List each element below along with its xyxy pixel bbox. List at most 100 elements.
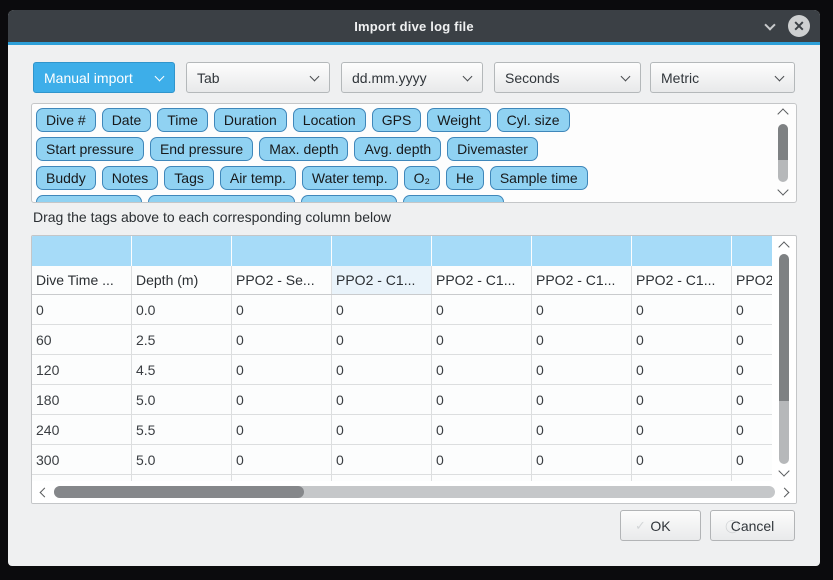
table-cell[interactable]: 5.0 (132, 385, 232, 414)
units-combo[interactable]: Metric (650, 62, 795, 93)
scroll-up-icon[interactable] (777, 108, 788, 119)
table-horizontal-scrollbar[interactable] (32, 481, 796, 503)
column-header[interactable]: PPO2 (732, 266, 772, 294)
ok-button[interactable]: ✓ OK (620, 510, 701, 541)
close-icon[interactable]: ✕ (788, 15, 810, 37)
table-cell[interactable]: 0 (232, 415, 332, 444)
table-cell[interactable]: 5.5 (132, 415, 232, 444)
drop-target-cell[interactable] (32, 236, 132, 266)
table-cell[interactable]: 60 (32, 325, 132, 354)
table-cell[interactable]: 0 (232, 295, 332, 324)
drop-target-cell[interactable] (532, 236, 632, 266)
table-cell[interactable]: 0 (432, 355, 532, 384)
column-header[interactable]: Dive Time ... (32, 266, 132, 294)
table-cell[interactable]: 0 (532, 385, 632, 414)
table-cell[interactable]: 0 (432, 445, 532, 474)
table-cell[interactable]: 0 (332, 385, 432, 414)
tag-chip[interactable]: Weight (427, 108, 490, 132)
scrollbar-thumb[interactable] (778, 124, 788, 182)
table-cell[interactable]: 0 (332, 295, 432, 324)
time-format-combo[interactable]: Seconds (494, 62, 641, 93)
table-cell[interactable]: 0 (732, 325, 772, 354)
scrollbar-thumb[interactable] (779, 254, 789, 464)
tag-chip[interactable]: Duration (214, 108, 287, 132)
tag-chip[interactable]: Divemaster (447, 137, 538, 161)
tag-chip[interactable]: Max. depth (259, 137, 348, 161)
table-cell[interactable]: 0 (632, 295, 732, 324)
tag-chip[interactable]: Dive # (36, 108, 96, 132)
table-cell[interactable]: 0 (332, 355, 432, 384)
field-separator-combo[interactable]: Tab (186, 62, 330, 93)
tag-chip[interactable]: Date (102, 108, 152, 132)
table-cell[interactable]: 0 (32, 295, 132, 324)
table-cell[interactable]: 0 (332, 415, 432, 444)
table-cell[interactable]: 4.5 (132, 355, 232, 384)
table-cell[interactable]: 0 (732, 445, 772, 474)
column-header[interactable]: Depth (m) (132, 266, 232, 294)
tag-chip[interactable]: Time (157, 108, 208, 132)
table-cell[interactable]: 300 (32, 445, 132, 474)
shade-window-icon[interactable] (764, 19, 775, 30)
table-cell[interactable]: 0 (232, 445, 332, 474)
table-cell[interactable]: 0 (632, 445, 732, 474)
table-vertical-scrollbar[interactable] (774, 239, 794, 479)
tag-chip[interactable]: O₂ (404, 166, 440, 190)
scrollbar-track[interactable] (54, 486, 775, 498)
drop-target-cell[interactable] (432, 236, 532, 266)
date-format-combo[interactable]: dd.mm.yyyy (341, 62, 483, 93)
cancel-button[interactable]: ◯ Cancel (710, 510, 795, 541)
table-cell[interactable]: 0 (332, 325, 432, 354)
tag-chip[interactable]: Sample pO₂ (301, 195, 396, 203)
table-cell[interactable]: 240 (32, 415, 132, 444)
tag-area-vertical-scrollbar[interactable] (773, 106, 793, 202)
tag-chip[interactable]: Sample temperature (148, 195, 295, 203)
drop-target-cell[interactable] (332, 236, 432, 266)
scroll-left-icon[interactable] (40, 487, 50, 497)
table-cell[interactable]: 0 (532, 415, 632, 444)
table-cell[interactable]: 0 (632, 415, 732, 444)
table-cell[interactable]: 0 (432, 415, 532, 444)
tag-chip[interactable]: Start pressure (36, 137, 144, 161)
tag-chip[interactable]: Avg. depth (354, 137, 441, 161)
tag-chip[interactable]: Sample CNS (403, 195, 504, 203)
tag-chip[interactable]: Location (293, 108, 366, 132)
table-cell[interactable]: 2.5 (132, 325, 232, 354)
table-cell[interactable]: 5.0 (132, 445, 232, 474)
column-header[interactable]: PPO2 - C1... (432, 266, 532, 294)
tag-chip[interactable]: Tags (164, 166, 214, 190)
column-header[interactable]: PPO2 - C1... (532, 266, 632, 294)
table-cell[interactable]: 0 (232, 355, 332, 384)
table-cell[interactable]: 0 (532, 325, 632, 354)
scroll-down-icon[interactable] (778, 465, 789, 476)
column-header[interactable]: PPO2 - Se... (232, 266, 332, 294)
table-cell[interactable]: 0 (532, 445, 632, 474)
table-cell[interactable]: 0 (732, 415, 772, 444)
tag-chip[interactable]: Water temp. (302, 166, 398, 190)
table-cell[interactable]: 0 (732, 385, 772, 414)
table-cell[interactable]: 0 (332, 445, 432, 474)
tag-chip[interactable]: Notes (102, 166, 159, 190)
tag-chip[interactable]: Cyl. size (497, 108, 570, 132)
column-header[interactable]: PPO2 - C1... (332, 266, 432, 294)
tag-chip[interactable]: End pressure (150, 137, 253, 161)
drop-target-cell[interactable] (232, 236, 332, 266)
column-header[interactable]: PPO2 - C1... (632, 266, 732, 294)
table-cell[interactable]: 0 (732, 355, 772, 384)
drop-target-cell[interactable] (132, 236, 232, 266)
table-cell[interactable]: 0 (732, 295, 772, 324)
scroll-down-icon[interactable] (777, 184, 788, 195)
table-cell[interactable]: 0 (432, 295, 532, 324)
drop-target-row[interactable] (32, 236, 772, 266)
table-cell[interactable]: 0 (532, 295, 632, 324)
tag-chip[interactable]: GPS (372, 108, 422, 132)
table-cell[interactable]: 0 (632, 385, 732, 414)
drop-target-cell[interactable] (632, 236, 732, 266)
table-cell[interactable]: 0 (432, 385, 532, 414)
tag-chip[interactable]: He (446, 166, 484, 190)
tag-chip[interactable]: Buddy (36, 166, 96, 190)
scroll-up-icon[interactable] (778, 241, 789, 252)
drop-target-cell[interactable] (732, 236, 772, 266)
table-cell[interactable]: 0 (432, 325, 532, 354)
table-cell[interactable]: 180 (32, 385, 132, 414)
titlebar[interactable]: Import dive log file ✕ (8, 10, 820, 42)
